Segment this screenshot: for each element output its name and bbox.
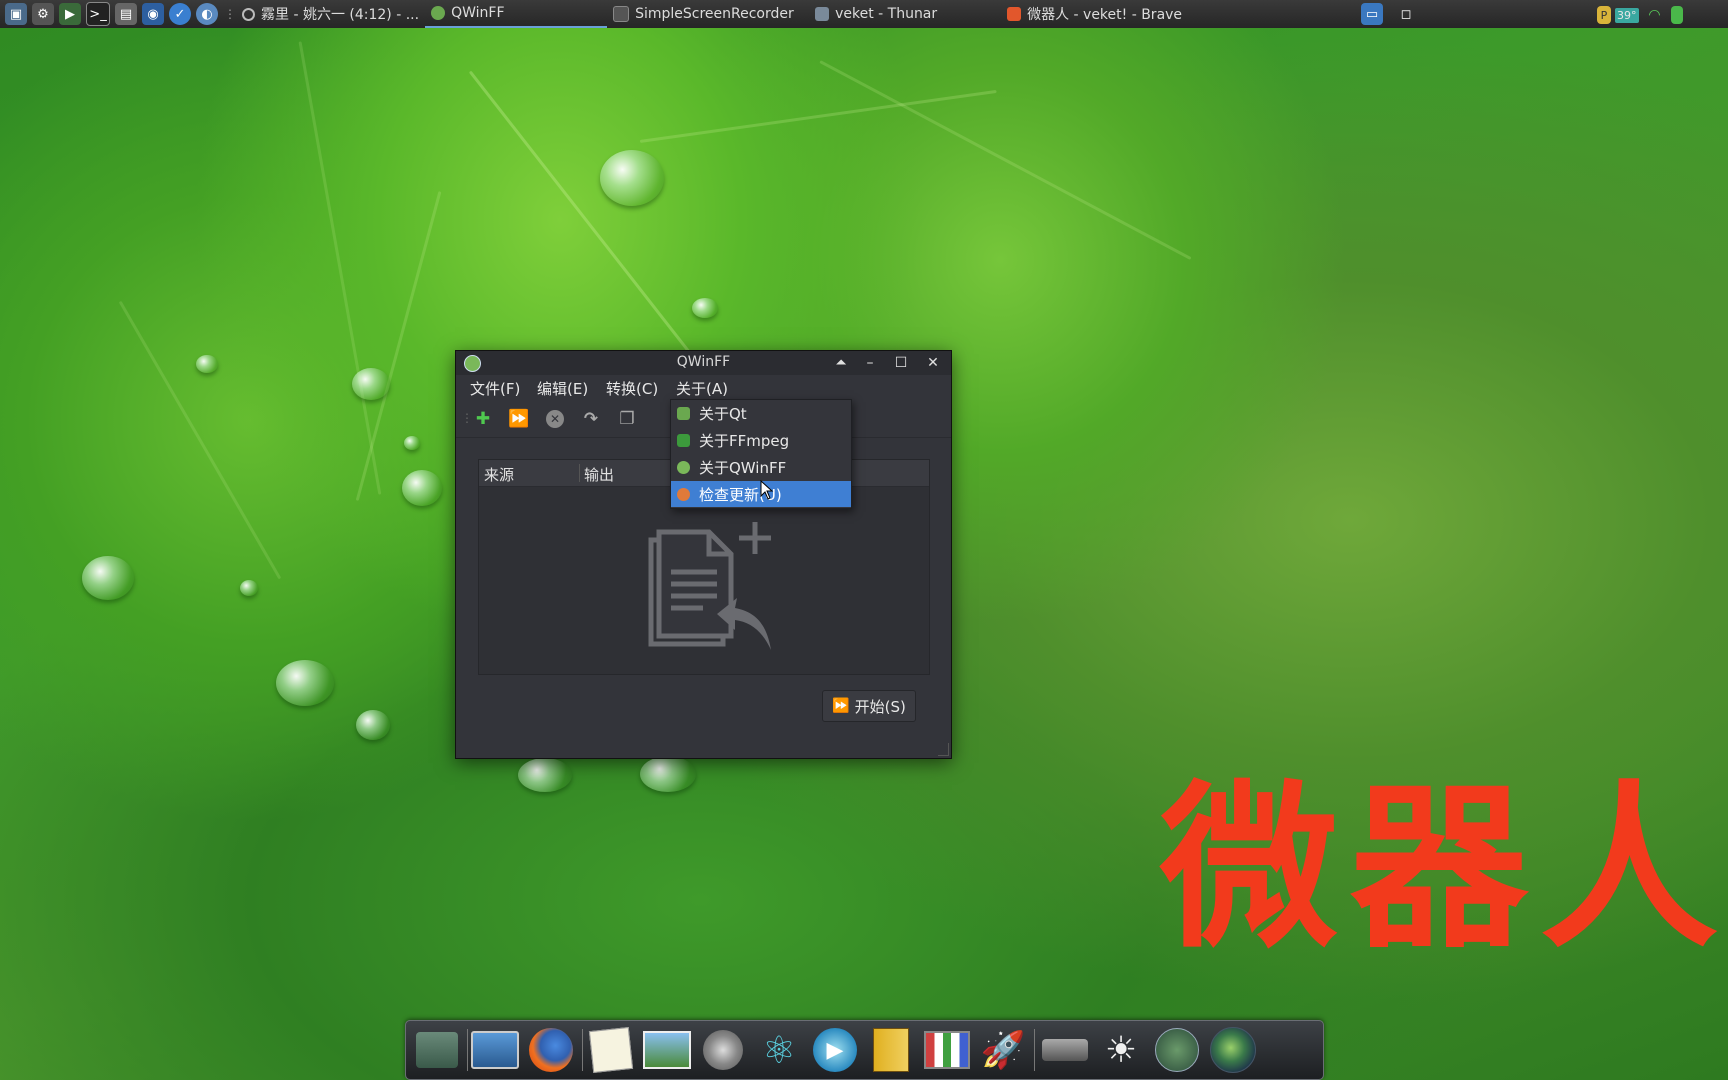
play-icon[interactable]: ▶ <box>59 3 81 25</box>
separator-dots: ⋮ <box>224 7 236 21</box>
dock-book-icon[interactable] <box>866 1026 916 1074</box>
task-label: QWinFF <box>451 5 505 21</box>
title-bar[interactable]: QWinFF ⏶ – ☐ ✕ <box>456 351 951 375</box>
show-desktop-icon[interactable]: ◻ <box>1395 3 1417 25</box>
menu-item-about-qwinff[interactable]: 关于QWinFF <box>671 454 851 480</box>
close-button[interactable]: ✕ <box>922 353 944 373</box>
check-icon[interactable]: ✓ <box>169 3 191 25</box>
dock-chart-icon[interactable] <box>922 1026 972 1074</box>
task-screen-recorder[interactable]: SimpleScreenRecorder <box>607 1 809 27</box>
battery-icon[interactable] <box>1670 6 1683 24</box>
dock-brightness-icon[interactable]: ☀ <box>1096 1026 1146 1074</box>
start-label: 开始(S) <box>854 697 906 716</box>
menu-item-about-ffmpeg[interactable]: 关于FFmpeg <box>671 427 851 453</box>
wifi-icon[interactable]: ◠ <box>1644 4 1666 26</box>
qwinff-icon <box>431 6 446 20</box>
clipboard-icon[interactable]: P <box>1597 6 1611 24</box>
menu-item-label: 关于FFmpeg <box>699 431 790 450</box>
dock-separator <box>467 1029 468 1071</box>
dock-firefox-icon[interactable] <box>526 1026 576 1074</box>
menu-item-about-qt[interactable]: 关于Qt <box>671 400 851 426</box>
screenshot-icon[interactable]: ◉ <box>142 3 164 25</box>
dock-media-player-icon[interactable]: ▶ <box>810 1026 860 1074</box>
ffmpeg-icon <box>677 433 690 447</box>
temperature-badge: 39° <box>1615 7 1639 23</box>
task-music-player[interactable]: 霧里 - 姚六一 (4:12) - ... <box>236 1 425 27</box>
folder-icon <box>815 7 830 21</box>
maximize-button[interactable]: ☐ <box>890 353 912 373</box>
dock: ⚛ ▶ 🚀 ☀ <box>405 1020 1324 1080</box>
start-conversion-icon[interactable]: ⏩ <box>506 407 532 431</box>
task-brave[interactable]: 微器人 - veket! - Brave <box>1001 1 1353 27</box>
browser-icon[interactable]: ◐ <box>196 3 218 25</box>
top-panel: ▣ ⚙ ▶ >_ ▤ ◉ ✓ ◐ ⋮ 霧里 - 姚六一 (4:12) - ...… <box>0 0 1728 28</box>
system-monitor-icon[interactable]: ▣ <box>5 3 27 25</box>
menu-convert[interactable]: 转换(C) <box>606 378 658 399</box>
shade-icon[interactable]: ⏶ <box>830 353 852 373</box>
column-source[interactable]: 来源 <box>484 464 514 485</box>
menu-about[interactable]: 关于(A) <box>676 378 728 399</box>
task-label: 霧里 - 姚六一 (4:12) - ... <box>261 7 420 23</box>
dock-rocket-icon[interactable]: 🚀 <box>978 1026 1028 1074</box>
dock-globe-icon[interactable] <box>1152 1026 1202 1074</box>
dock-atom-icon[interactable]: ⚛ <box>754 1026 804 1074</box>
add-files-placeholder-icon <box>648 522 771 650</box>
qwinff-icon <box>677 460 690 474</box>
menu-edit[interactable]: 编辑(E) <box>537 378 588 399</box>
mouse-cursor-icon <box>760 480 774 500</box>
column-output[interactable]: 输出 <box>584 464 614 485</box>
watermark-text: 微器人 <box>1160 765 1728 972</box>
start-icon: ⏩ <box>832 698 850 714</box>
menu-file[interactable]: 文件(F) <box>470 378 520 399</box>
update-icon <box>677 487 690 501</box>
start-button[interactable]: ⏩ 开始(S) <box>822 690 916 722</box>
dock-separator <box>1034 1029 1035 1071</box>
settings-icon[interactable]: ⚙ <box>32 3 54 25</box>
dock-audio-icon[interactable] <box>698 1026 748 1074</box>
dock-separator <box>582 1029 583 1071</box>
dock-drive-icon[interactable] <box>1040 1026 1090 1074</box>
dock-computer-icon[interactable] <box>470 1026 520 1074</box>
minimize-button[interactable]: – <box>859 353 881 373</box>
terminal-icon[interactable]: >_ <box>86 2 110 26</box>
menu-item-label: 关于Qt <box>699 404 747 423</box>
stop-icon[interactable]: ✕ <box>542 407 568 431</box>
task-thunar[interactable]: veket - Thunar <box>809 1 1001 27</box>
redo-icon[interactable]: ↷ <box>578 407 604 431</box>
menu-item-label: 关于QWinFF <box>699 458 787 477</box>
column-divider <box>579 464 580 482</box>
dock-image-viewer-icon[interactable] <box>642 1026 692 1074</box>
display-icon[interactable]: ▭ <box>1361 3 1384 25</box>
preset-icon[interactable]: ❐ <box>614 407 640 431</box>
task-label: 微器人 - veket! - Brave <box>1027 7 1183 23</box>
dock-web-browser-icon[interactable] <box>1208 1026 1258 1074</box>
window-icon <box>613 6 630 22</box>
circle-icon <box>242 7 255 21</box>
task-qwinff[interactable]: QWinFF <box>425 0 608 28</box>
resize-grip[interactable] <box>938 743 949 756</box>
brave-icon <box>1007 7 1022 21</box>
task-label: veket - Thunar <box>835 6 938 22</box>
dock-notes-icon[interactable] <box>586 1026 636 1074</box>
menu-bar: 文件(F) 编辑(E) 转换(C) 关于(A) <box>456 375 951 399</box>
add-file-icon[interactable]: ✚ <box>470 407 496 431</box>
printer-icon[interactable]: ▤ <box>115 3 137 25</box>
task-label: SimpleScreenRecorder <box>635 6 794 22</box>
qt-icon <box>677 406 690 420</box>
dock-terminal-icon[interactable] <box>412 1026 462 1074</box>
